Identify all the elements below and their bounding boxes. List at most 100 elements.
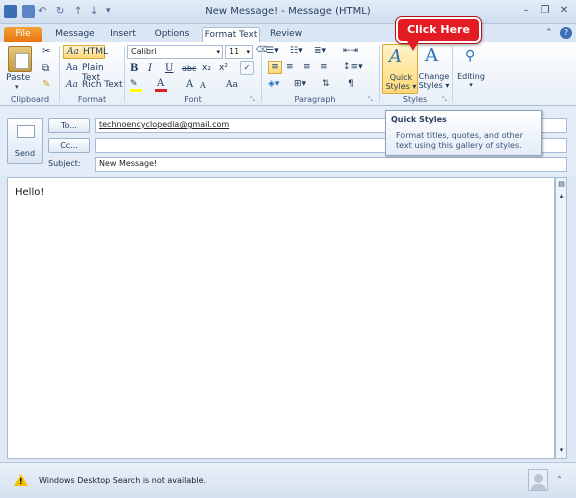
superscript-button[interactable]: x² bbox=[219, 63, 228, 73]
sort-icon[interactable]: ⇅ bbox=[322, 79, 330, 89]
chevron-down-icon: ▾ bbox=[216, 48, 220, 56]
shrink-font-button[interactable]: A bbox=[200, 81, 206, 90]
message-body[interactable]: Hello! bbox=[7, 177, 555, 459]
group-divider bbox=[261, 46, 262, 102]
font-dialog-launcher-icon[interactable]: ⤡ bbox=[250, 96, 255, 104]
tab-message[interactable]: Message bbox=[52, 27, 98, 42]
align-right-icon[interactable]: ≡ bbox=[303, 62, 311, 72]
align-center-icon[interactable]: ≡ bbox=[286, 62, 294, 72]
tab-file[interactable]: File bbox=[4, 27, 42, 42]
font-color-swatch bbox=[155, 89, 167, 92]
plain-text-button[interactable]: Aa Plain Text bbox=[63, 62, 123, 83]
quick-styles-tooltip: Quick Styles Format titles, quotes, and … bbox=[385, 110, 542, 156]
grow-font-button[interactable]: A bbox=[186, 79, 193, 90]
scroll-up-icon[interactable]: ▴ bbox=[557, 192, 566, 202]
clipboard-group-label: Clipboard bbox=[10, 95, 50, 104]
format-painter-icon[interactable]: ✎ bbox=[42, 79, 50, 90]
envelope-icon bbox=[17, 125, 35, 138]
title-bar: ↶ ↻ ↑ ↓ ▾ New Message! - Message (HTML) … bbox=[0, 0, 576, 24]
highlighter-icon: ✎ bbox=[130, 79, 138, 89]
styles-group-label: Styles bbox=[402, 95, 428, 104]
change-styles-button[interactable]: A Change Styles ▾ bbox=[418, 44, 450, 94]
numbering-icon[interactable]: ☷▾ bbox=[290, 46, 303, 56]
ruler-toggle-icon[interactable]: ▤ bbox=[557, 180, 566, 190]
indent-icon[interactable]: ⇤⇥ bbox=[343, 46, 358, 56]
line-spacing-icon[interactable]: ↕≡▾ bbox=[343, 62, 363, 72]
aa-icon: Aa bbox=[66, 80, 78, 90]
send-button[interactable]: Send bbox=[7, 118, 43, 164]
bullets-icon[interactable]: ☰▾ bbox=[266, 46, 279, 56]
group-divider bbox=[452, 46, 453, 102]
close-icon[interactable]: ✕ bbox=[556, 4, 572, 18]
tab-insert[interactable]: Insert bbox=[104, 27, 142, 42]
align-left-icon[interactable]: ≡ bbox=[268, 61, 282, 74]
tooltip-description: Format titles, quotes, and other text us… bbox=[396, 131, 523, 150]
cut-icon[interactable]: ✂ bbox=[42, 46, 50, 57]
quick-styles-label-2: Styles ▾ bbox=[385, 82, 417, 91]
highlight-color-button[interactable]: ✎ bbox=[130, 79, 144, 92]
minimize-icon[interactable]: – bbox=[518, 4, 534, 18]
expand-people-pane-icon[interactable]: ⌃ bbox=[556, 475, 563, 484]
ribbon: Paste ▾ ✂ ⧉ ✎ Clipboard Aa HTML Aa Plain… bbox=[0, 42, 576, 106]
paste-dropdown-icon[interactable]: ▾ bbox=[15, 83, 19, 91]
restore-icon[interactable]: ❐ bbox=[537, 4, 553, 18]
bold-button[interactable]: B bbox=[130, 63, 138, 74]
proofing-icon[interactable]: ✓ bbox=[240, 61, 254, 75]
quick-styles-icon: A bbox=[389, 46, 402, 67]
justify-icon[interactable]: ≡ bbox=[320, 62, 328, 72]
aa-icon: Aa bbox=[67, 47, 79, 57]
borders-icon[interactable]: ⊞▾ bbox=[294, 79, 306, 89]
strikethrough-button[interactable]: abc bbox=[182, 64, 196, 73]
editing-button[interactable]: ⚲ Editing ▾ bbox=[455, 44, 487, 94]
to-button[interactable]: To... bbox=[48, 118, 90, 133]
multilevel-list-icon[interactable]: ≣▾ bbox=[314, 46, 326, 56]
cc-button[interactable]: Cc... bbox=[48, 138, 90, 153]
format-group-label: Format bbox=[77, 95, 107, 104]
html-label: HTML bbox=[83, 47, 109, 57]
html-format-button[interactable]: Aa HTML bbox=[63, 45, 109, 59]
paste-clipboard-icon bbox=[8, 46, 32, 72]
tooltip-title: Quick Styles bbox=[391, 115, 447, 124]
vertical-scrollbar[interactable]: ▤ ▴ ▾ bbox=[555, 177, 567, 459]
ribbon-tabs: File Message Insert Options Format Text … bbox=[0, 24, 576, 42]
group-divider bbox=[379, 46, 380, 102]
scroll-down-icon[interactable]: ▾ bbox=[557, 446, 566, 456]
binoculars-icon: ⚲ bbox=[465, 48, 476, 64]
change-styles-icon: A bbox=[425, 45, 438, 66]
paragraph-group-label: Paragraph bbox=[294, 95, 336, 104]
editing-label: Editing bbox=[457, 72, 485, 81]
subscript-button[interactable]: x₂ bbox=[202, 63, 211, 73]
font-color-button[interactable]: A bbox=[155, 78, 169, 92]
change-case-button[interactable]: Aa bbox=[226, 80, 238, 90]
rich-text-button[interactable]: Aa Rich Text bbox=[63, 79, 123, 93]
font-size-select[interactable]: 11 ▾ bbox=[225, 45, 253, 59]
show-formatting-marks-icon[interactable]: ¶ bbox=[348, 79, 354, 89]
tab-format-text[interactable]: Format Text bbox=[202, 27, 260, 42]
help-icon[interactable]: ? bbox=[560, 27, 572, 39]
subject-label: Subject: bbox=[48, 159, 81, 168]
tab-review[interactable]: Review bbox=[266, 27, 306, 42]
font-name-select[interactable]: Calibri ▾ bbox=[127, 45, 223, 59]
font-color-icon: A bbox=[157, 78, 165, 89]
copy-icon[interactable]: ⧉ bbox=[42, 63, 49, 74]
italic-button[interactable]: I bbox=[148, 63, 152, 74]
paragraph-dialog-launcher-icon[interactable]: ⤡ bbox=[368, 96, 373, 104]
underline-button[interactable]: U bbox=[165, 63, 173, 74]
styles-dialog-launcher-icon[interactable]: ⤡ bbox=[442, 96, 447, 104]
window-title: New Message! - Message (HTML) bbox=[205, 6, 371, 17]
avatar-head-icon bbox=[534, 474, 543, 483]
paste-button[interactable]: Paste bbox=[6, 73, 30, 83]
tab-options[interactable]: Options bbox=[150, 27, 194, 42]
quick-styles-button[interactable]: A Quick Styles ▾ bbox=[382, 44, 418, 94]
change-styles-label-1: Change bbox=[418, 72, 450, 81]
click-here-callout: Click Here bbox=[396, 17, 481, 43]
chevron-down-icon: ▾ bbox=[469, 81, 473, 89]
avatar-body-icon bbox=[531, 484, 546, 490]
shading-icon[interactable]: ◈▾ bbox=[268, 79, 279, 89]
font-size-value: 11 bbox=[229, 47, 240, 56]
people-pane-avatar[interactable] bbox=[528, 469, 548, 491]
subject-field[interactable]: New Message! bbox=[95, 157, 567, 172]
status-bar: ! Windows Desktop Search is not availabl… bbox=[0, 462, 576, 498]
font-group-label: Font bbox=[184, 95, 202, 104]
minimize-ribbon-icon[interactable]: ⌃ bbox=[545, 28, 553, 38]
